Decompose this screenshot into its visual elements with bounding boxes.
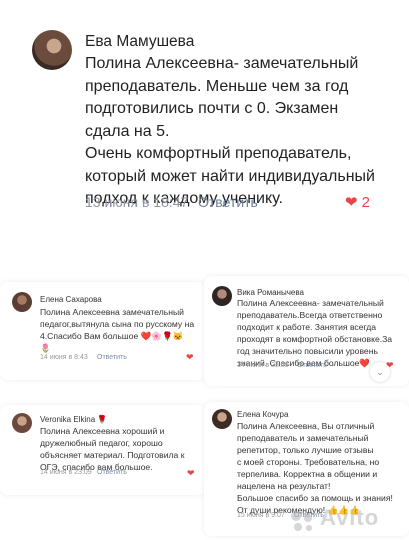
comment-author[interactable]: Вика Романычева [237, 288, 304, 297]
comment-text: Полина Алексеевна- замечательный препода… [237, 298, 393, 368]
heart-icon[interactable]: ❤ [187, 468, 195, 479]
heart-icon: ❤ [345, 194, 358, 211]
comment-author[interactable]: Veronika Elkina 🌹 [40, 415, 107, 424]
comment-date: 14 июня в 23:09 [237, 362, 289, 369]
comment-author[interactable]: Елена Кочура [237, 410, 288, 419]
comment-date: 15 июня в 9:07 [237, 512, 285, 519]
avatar[interactable] [212, 409, 232, 429]
avatar[interactable] [32, 30, 72, 70]
comment-author[interactable]: Елена Сахарова [40, 295, 102, 304]
avito-logo-icon [291, 511, 312, 531]
like-button[interactable]: ❤ 2 [345, 193, 370, 212]
avatar[interactable] [212, 286, 232, 306]
chevron-down-icon[interactable]: ⌄ [370, 362, 390, 382]
heart-icon[interactable]: ❤ [186, 352, 194, 363]
comment-text: Полина Алексеевна замечательный педагог,… [40, 307, 195, 353]
comment-text: Полина Алексеевна- замечательный препода… [85, 55, 375, 207]
watermark: Avito [320, 505, 380, 530]
comment-card: Елена Сахарова Полина Алексеевна замечат… [0, 282, 205, 380]
comment-text: Полина Алексеевна, Вы отличный преподава… [237, 421, 393, 515]
like-count: 2 [361, 193, 370, 211]
comment-card: Veronika Elkina 🌹 Полина Алексеевна хоро… [0, 405, 206, 495]
comment-text: Полина Алексеевна хороший и дружелюбный … [40, 426, 185, 472]
comment-date: 14 июня в 23:09 [40, 469, 92, 476]
comment-date: 13 июня в 18:47 [85, 194, 189, 210]
reply-button[interactable]: Ответить [97, 354, 127, 361]
reply-button[interactable]: Ответить [198, 194, 258, 210]
main-comment: Ева Мамушева Полина Алексеевна- замечате… [0, 0, 409, 240]
avatar[interactable] [12, 413, 32, 433]
reply-button[interactable]: Ответить [97, 469, 127, 476]
reply-button[interactable]: Ответить [297, 362, 327, 369]
avatar[interactable] [12, 292, 32, 312]
comment-date: 14 июня в 8:43 [40, 354, 88, 361]
comment-author[interactable]: Ева Мамушева [85, 33, 194, 51]
